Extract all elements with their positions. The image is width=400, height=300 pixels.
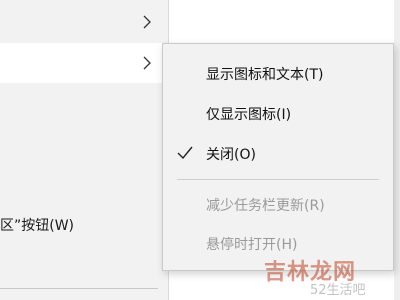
checkmark-icon	[177, 146, 193, 160]
menu-divider	[0, 288, 158, 289]
submenu-item-label: 悬停时打开(H)	[206, 237, 298, 253]
parent-menu-item-toolbar-open[interactable]	[0, 43, 168, 83]
parent-context-menu: 区”按钮(W)	[0, 0, 169, 300]
chevron-right-icon	[143, 56, 151, 70]
submenu-item-off[interactable]: 关闭(O)	[163, 134, 393, 172]
chevron-right-icon	[143, 15, 151, 29]
submenu-item-show-icon-only[interactable]: 仅显示图标(I)	[163, 94, 393, 132]
submenu-item-label: 减少任务栏更新(R)	[206, 198, 325, 214]
menu-divider	[177, 179, 379, 180]
parent-menu-item-submenu[interactable]	[0, 2, 168, 42]
background-edge	[394, 0, 400, 300]
parent-menu-item-show-button[interactable]: 区”按钮(W)	[0, 204, 168, 244]
submenu-item-show-icon-and-text[interactable]: 显示图标和文本(T)	[163, 54, 393, 92]
submenu-item-label: 显示图标和文本(T)	[206, 67, 324, 83]
watermark-subtext: 52生活吧	[310, 283, 366, 298]
submenu: 显示图标和文本(T) 仅显示图标(I) 关闭(O) 减少任务栏更新(R) 悬停时…	[162, 43, 394, 271]
submenu-item-label: 关闭(O)	[206, 147, 256, 163]
submenu-item-reduce-taskbar-updates: 减少任务栏更新(R)	[163, 185, 393, 223]
parent-menu-item-label: 区”按钮(W)	[0, 218, 75, 234]
watermark: 吉林龙网 52生活吧	[264, 254, 394, 298]
submenu-item-label: 仅显示图标(I)	[206, 107, 292, 123]
